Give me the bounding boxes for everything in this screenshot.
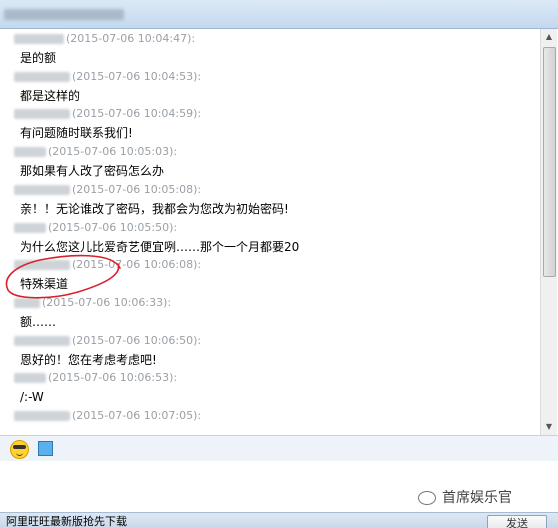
watermark: 首席娱乐官 [418,487,512,509]
sunglasses-emoji-icon[interactable] [10,440,29,459]
ad-link[interactable]: 阿里旺旺最新版抢先下载 [6,515,127,528]
watermark-text: 首席娱乐官 [442,490,512,506]
input-toolbar [0,435,558,462]
message-text: /:-W [20,390,44,405]
sender-name-blurred [14,34,64,44]
message-text: 特殊渠道 [20,277,69,292]
chat-message: (2015-07-06 10:06:08): 特殊渠道 [0,256,540,294]
message-text: 是的额 [20,51,57,65]
message-header: (2015-07-06 10:04:53): [14,68,201,86]
message-header: (2015-07-06 10:04:47): [14,30,195,48]
chat-message: (2015-07-06 10:04:47): 是的额 [0,30,540,68]
sender-name-blurred [14,109,70,120]
chat-message: (2015-07-06 10:06:33): 额…… [0,294,540,332]
message-text: 额…… [20,314,57,329]
send-button[interactable]: 发送 [487,515,547,528]
message-text: 恩好的！您在考虑考虑吧! [20,352,157,367]
chat-message: (2015-07-06 10:04:53): 都是这样的 [0,68,540,106]
message-timestamp: (2015-07-06 10:05:50): [48,220,178,234]
chat-message: (2015-07-06 10:05:03): 那如果有人改了密码怎么办 [0,143,540,181]
title-text-blurred [4,9,124,20]
chat-message: (2015-07-06 10:06:53): /:-W [0,369,540,407]
message-text: 那如果有人改了密码怎么办 [20,164,165,179]
status-bar: 阿里旺旺最新版抢先下载 发送 [0,512,558,528]
message-header: (2015-07-06 10:06:53): [14,369,177,387]
sender-name-blurred [14,71,70,82]
message-timestamp: (2015-07-06 10:06:53): [48,371,178,385]
message-timestamp: (2015-07-06 10:07:05): [72,409,202,422]
chat-message: (2015-07-06 10:05:50): 为什么您这儿比爱奇艺便宜咧……那个一… [0,219,540,257]
sender-name-blurred [14,335,70,346]
scroll-thumb[interactable] [543,47,556,277]
message-header: (2015-07-06 10:06:33): [14,294,171,312]
chat-message: (2015-07-06 10:04:59): 有问题随时联系我们! [0,105,540,143]
sender-name-blurred [14,184,70,195]
message-header: (2015-07-06 10:06:08): [14,256,201,274]
sender-name-blurred [14,411,70,421]
message-timestamp: (2015-07-06 10:04:53): [72,69,202,83]
wechat-icon [418,491,436,505]
message-timestamp: (2015-07-06 10:04:47): [66,32,196,45]
screenshot-icon[interactable] [38,441,53,456]
message-timestamp: (2015-07-06 10:04:59): [72,107,202,121]
message-timestamp: (2015-07-06 10:06:08): [72,258,202,272]
title-bar [0,0,558,29]
sender-name-blurred [14,147,46,158]
sender-name-blurred [14,222,46,233]
message-header: (2015-07-06 10:04:59): [14,105,201,123]
message-header: (2015-07-06 10:05:08): [14,181,201,199]
scroll-up-arrow-icon[interactable]: ▲ [541,29,557,45]
message-header: (2015-07-06 10:06:50): [14,332,201,350]
message-header: (2015-07-06 10:07:05): [14,407,201,425]
sender-name-blurred [14,260,70,271]
chat-message: (2015-07-06 10:05:08): 亲！！无论谁改了密码，我都会为您改为… [0,181,540,219]
message-header: (2015-07-06 10:05:03): [14,143,177,161]
scroll-down-arrow-icon[interactable]: ▼ [541,419,557,435]
chat-message: (2015-07-06 10:07:05): [0,407,540,435]
message-text: 为什么您这儿比爱奇艺便宜咧……那个一个月都要20 [20,239,300,254]
chat-scrollbar[interactable]: ▲ ▼ [540,29,557,435]
message-timestamp: (2015-07-06 10:06:33): [42,295,172,309]
chat-history[interactable]: (2015-07-06 10:04:47): 是的额 (2015-07-06 10:… [0,29,540,435]
sender-name-blurred [14,373,46,384]
message-timestamp: (2015-07-06 10:05:08): [72,182,202,196]
message-timestamp: (2015-07-06 10:05:03): [48,145,178,159]
message-text: 都是这样的 [20,88,81,103]
sender-name-blurred [14,297,40,308]
message-text: 有问题随时联系我们! [20,126,133,141]
message-timestamp: (2015-07-06 10:06:50): [72,333,202,347]
message-text: 亲！！无论谁改了密码，我都会为您改为初始密码! [20,201,289,216]
message-header: (2015-07-06 10:05:50): [14,219,177,237]
chat-message: (2015-07-06 10:06:50): 恩好的！您在考虑考虑吧! [0,332,540,370]
